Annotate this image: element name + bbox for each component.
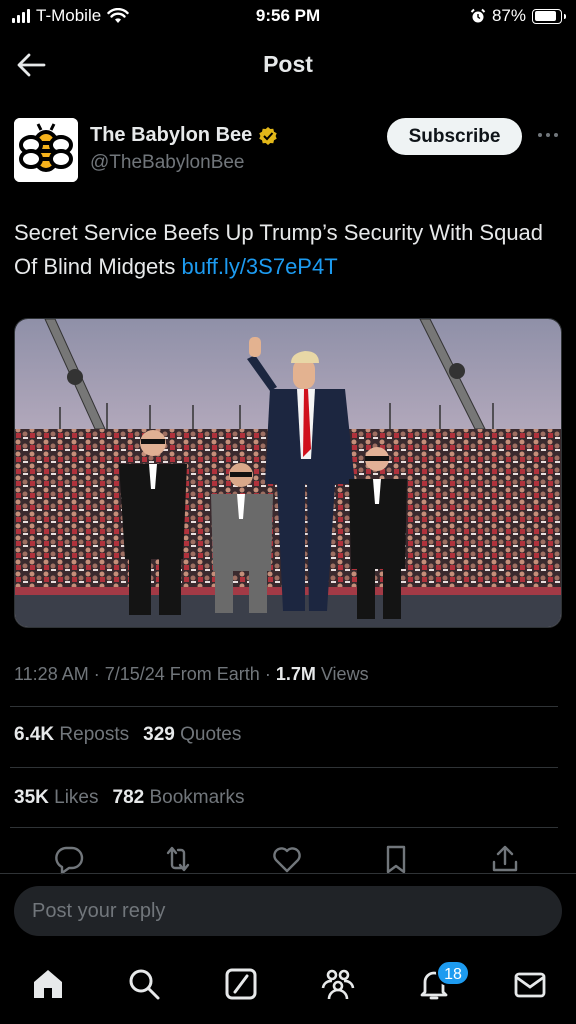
status-bar: T-Mobile 9:56 PM 87% [0, 0, 576, 34]
likes-label: Likes [54, 787, 99, 808]
header: Post [0, 40, 576, 92]
likes-stat[interactable]: 35K Likes [14, 787, 99, 809]
reposts-label: Reposts [59, 724, 130, 745]
communities-icon[interactable] [320, 966, 356, 1002]
repost-icon[interactable] [161, 842, 195, 876]
views-count: 1.7M [275, 664, 316, 684]
quotes-stat[interactable]: 329 Quotes [143, 724, 241, 746]
page-title: Post [263, 51, 313, 77]
post-author: The Babylon Bee @TheBabylonBee Subscribe [14, 118, 562, 182]
like-icon[interactable] [270, 842, 304, 876]
like-stats: 35K Likes 782 Bookmarks [14, 787, 245, 809]
post-date: 7/15/24 [104, 664, 165, 684]
babylon-bee-logo-icon [14, 118, 78, 182]
alarm-icon [470, 8, 486, 23]
author-name-text: The Babylon Bee [90, 124, 253, 146]
divider [10, 706, 558, 707]
bookmark-icon[interactable] [379, 842, 413, 876]
search-icon[interactable] [126, 966, 162, 1002]
post-text: Secret Service Beefs Up Trump’s Security… [14, 216, 564, 284]
reply-icon[interactable] [52, 842, 86, 876]
bookmarks-count: 782 [112, 787, 145, 808]
rally-photo [15, 319, 561, 627]
views-label: Views [320, 664, 369, 684]
messages-icon[interactable] [512, 966, 548, 1002]
reposts-count: 6.4K [14, 724, 55, 745]
post-link[interactable]: buff.ly/3S7eP4T [182, 254, 338, 279]
notification-badge: 18 [436, 960, 470, 986]
divider [10, 827, 558, 828]
divider [10, 767, 558, 768]
quotes-label: Quotes [180, 724, 242, 745]
bookmarks-label: Bookmarks [149, 787, 245, 808]
post-actions [0, 842, 576, 876]
status-right: 87% [470, 6, 566, 26]
post-meta: 11:28 AM · 7/15/24 From Earth · 1.7M Vie… [14, 664, 369, 684]
home-icon[interactable] [30, 966, 66, 1002]
bookmarks-stat[interactable]: 782 Bookmarks [113, 787, 245, 809]
avatar[interactable] [14, 118, 78, 182]
divider [0, 873, 576, 874]
post-image[interactable] [14, 318, 562, 628]
reposts-stat[interactable]: 6.4K Reposts [14, 724, 129, 746]
repost-stats: 6.4K Reposts 329 Quotes [14, 724, 241, 746]
tab-bar [0, 956, 576, 1024]
verified-badge-icon [259, 126, 277, 145]
battery-percent: 87% [491, 6, 526, 25]
author-handle[interactable]: @TheBabylonBee [90, 152, 245, 174]
post-time: 11:28 AM [14, 664, 89, 684]
subscribe-button[interactable]: Subscribe [387, 118, 522, 155]
more-options-icon[interactable] [534, 124, 562, 146]
share-icon[interactable] [488, 842, 522, 876]
likes-count: 35K [14, 787, 49, 808]
battery-icon [532, 8, 566, 24]
post-source: From Earth [169, 664, 260, 684]
grok-icon[interactable] [223, 966, 259, 1002]
reply-input[interactable]: Post your reply [14, 886, 562, 936]
quotes-count: 329 [143, 724, 175, 745]
author-name[interactable]: The Babylon Bee [90, 124, 278, 147]
